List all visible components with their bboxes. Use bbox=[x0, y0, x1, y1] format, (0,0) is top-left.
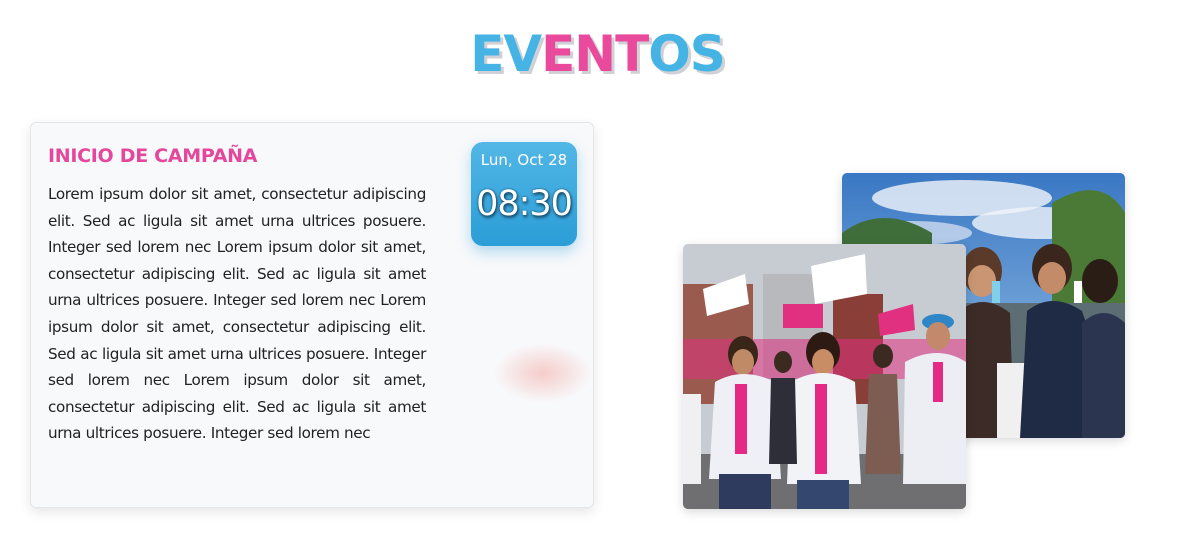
title-segment: OS bbox=[648, 25, 726, 83]
event-date: Lun, Oct 28 bbox=[480, 151, 568, 169]
event-photo-march[interactable] bbox=[683, 244, 966, 509]
section-title: EVENTOS bbox=[0, 24, 1195, 84]
event-title: INICIO DE CAMPAÑA bbox=[48, 145, 258, 167]
title-segment: ENT bbox=[541, 25, 649, 83]
events-section: EVENTOS INICIO DE CAMPAÑA Lorem ipsum do… bbox=[0, 0, 1195, 541]
campaign-march-photo bbox=[683, 244, 966, 509]
badge-glow bbox=[493, 343, 593, 403]
event-time: 08:30 bbox=[476, 184, 573, 224]
title-segment: EV bbox=[470, 25, 542, 83]
event-date-badge: Lun, Oct 28 08:30 bbox=[471, 142, 577, 246]
event-card[interactable]: INICIO DE CAMPAÑA Lorem ipsum dolor sit … bbox=[30, 122, 594, 508]
event-description: Lorem ipsum dolor sit amet, consectetur … bbox=[48, 185, 426, 443]
